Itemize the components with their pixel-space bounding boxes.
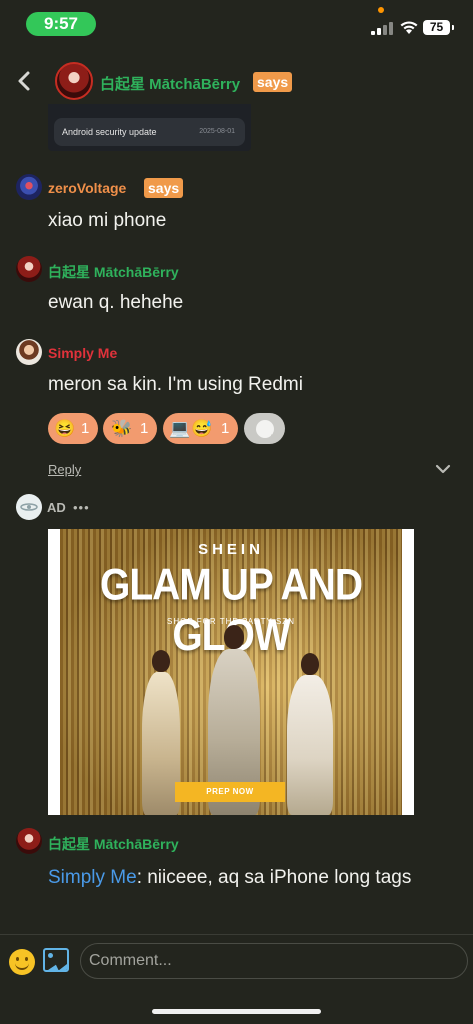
avatar[interactable] <box>16 174 42 200</box>
reaction-chip[interactable]: 💻 😅 1 <box>163 413 238 444</box>
ad-avatar <box>16 494 42 520</box>
ad-brand: SHEIN <box>198 541 264 558</box>
comment-text: Simply Me: niiceee, aq sa iPhone long ta… <box>48 862 448 893</box>
more-options-icon[interactable]: ••• <box>73 500 90 515</box>
comment-author[interactable]: 白起星 MātchāBērry <box>48 262 179 282</box>
comment-author[interactable]: 白起星 MātchāBērry <box>48 834 179 854</box>
screenshot-title: Android security update <box>62 127 157 137</box>
reaction-count: 1 <box>140 420 149 437</box>
comment-text: ewan q. hehehe <box>48 292 184 313</box>
model-figure <box>282 653 338 815</box>
back-button[interactable] <box>12 66 36 96</box>
attached-screenshot[interactable]: Android security update 2025-08-01 <box>48 100 251 151</box>
comment-body: : niiceee, aq sa iPhone long tags <box>136 867 412 888</box>
reaction-chip[interactable]: 😆 1 <box>48 413 98 444</box>
ad-label: AD <box>47 500 66 515</box>
add-reaction-button[interactable] <box>244 413 285 444</box>
says-badge: says <box>144 178 184 198</box>
header-avatar[interactable] <box>55 62 93 100</box>
ad-banner[interactable]: SHEIN GLAM UP AND GLOW SHOP FOR THE PART… <box>48 529 414 815</box>
status-bar: 9:57 75 <box>0 0 473 48</box>
image-attach-icon[interactable] <box>43 948 69 972</box>
comment-text: meron sa kin. I'm using Redmi <box>48 374 303 395</box>
reaction-chip[interactable]: 🐝 1 <box>103 413 157 444</box>
ad-artwork: SHEIN GLAM UP AND GLOW SHOP FOR THE PART… <box>60 529 402 815</box>
reaction-count: 1 <box>221 420 230 437</box>
smiley-face-icon: 😅 <box>191 419 213 438</box>
avatar[interactable] <box>16 256 42 282</box>
comment-author[interactable]: Simply Me <box>48 345 117 361</box>
comment-input[interactable] <box>80 943 468 979</box>
screenshot-date: 2025-08-01 <box>199 128 235 135</box>
ad-cta-button[interactable]: PREP NOW <box>175 782 285 802</box>
status-time: 9:57 <box>26 12 96 36</box>
add-emoji-icon <box>256 420 277 442</box>
pencil-bug-icon: 🐝 <box>111 419 133 438</box>
privacy-indicator-icon <box>378 7 384 13</box>
chevron-down-icon[interactable] <box>434 462 452 476</box>
wifi-icon <box>400 21 418 34</box>
laughing-face-icon: 😆 <box>54 419 76 438</box>
thread-header: 白起星 MātchāBērry <box>0 58 473 104</box>
reply-link[interactable]: Reply <box>48 462 81 477</box>
comment-author[interactable]: zeroVoltage <box>48 180 126 196</box>
user-mention[interactable]: Simply Me <box>48 867 137 888</box>
comment-composer <box>0 934 473 1024</box>
emoji-picker-icon[interactable] <box>9 949 35 975</box>
avatar[interactable] <box>16 339 42 365</box>
screenshot-card: Android security update 2025-08-01 <box>54 118 245 146</box>
header-user-name[interactable]: 白起星 MātchāBērry <box>100 73 240 94</box>
computer-icon: 💻 <box>169 419 191 438</box>
comment-text: xiao mi phone <box>48 210 167 231</box>
says-badge: says <box>253 72 293 92</box>
reaction-count: 1 <box>81 420 90 437</box>
home-indicator[interactable] <box>152 1009 321 1014</box>
cellular-signal-icon <box>371 22 393 35</box>
battery-icon: 75 <box>423 20 454 35</box>
avatar[interactable] <box>16 828 42 854</box>
